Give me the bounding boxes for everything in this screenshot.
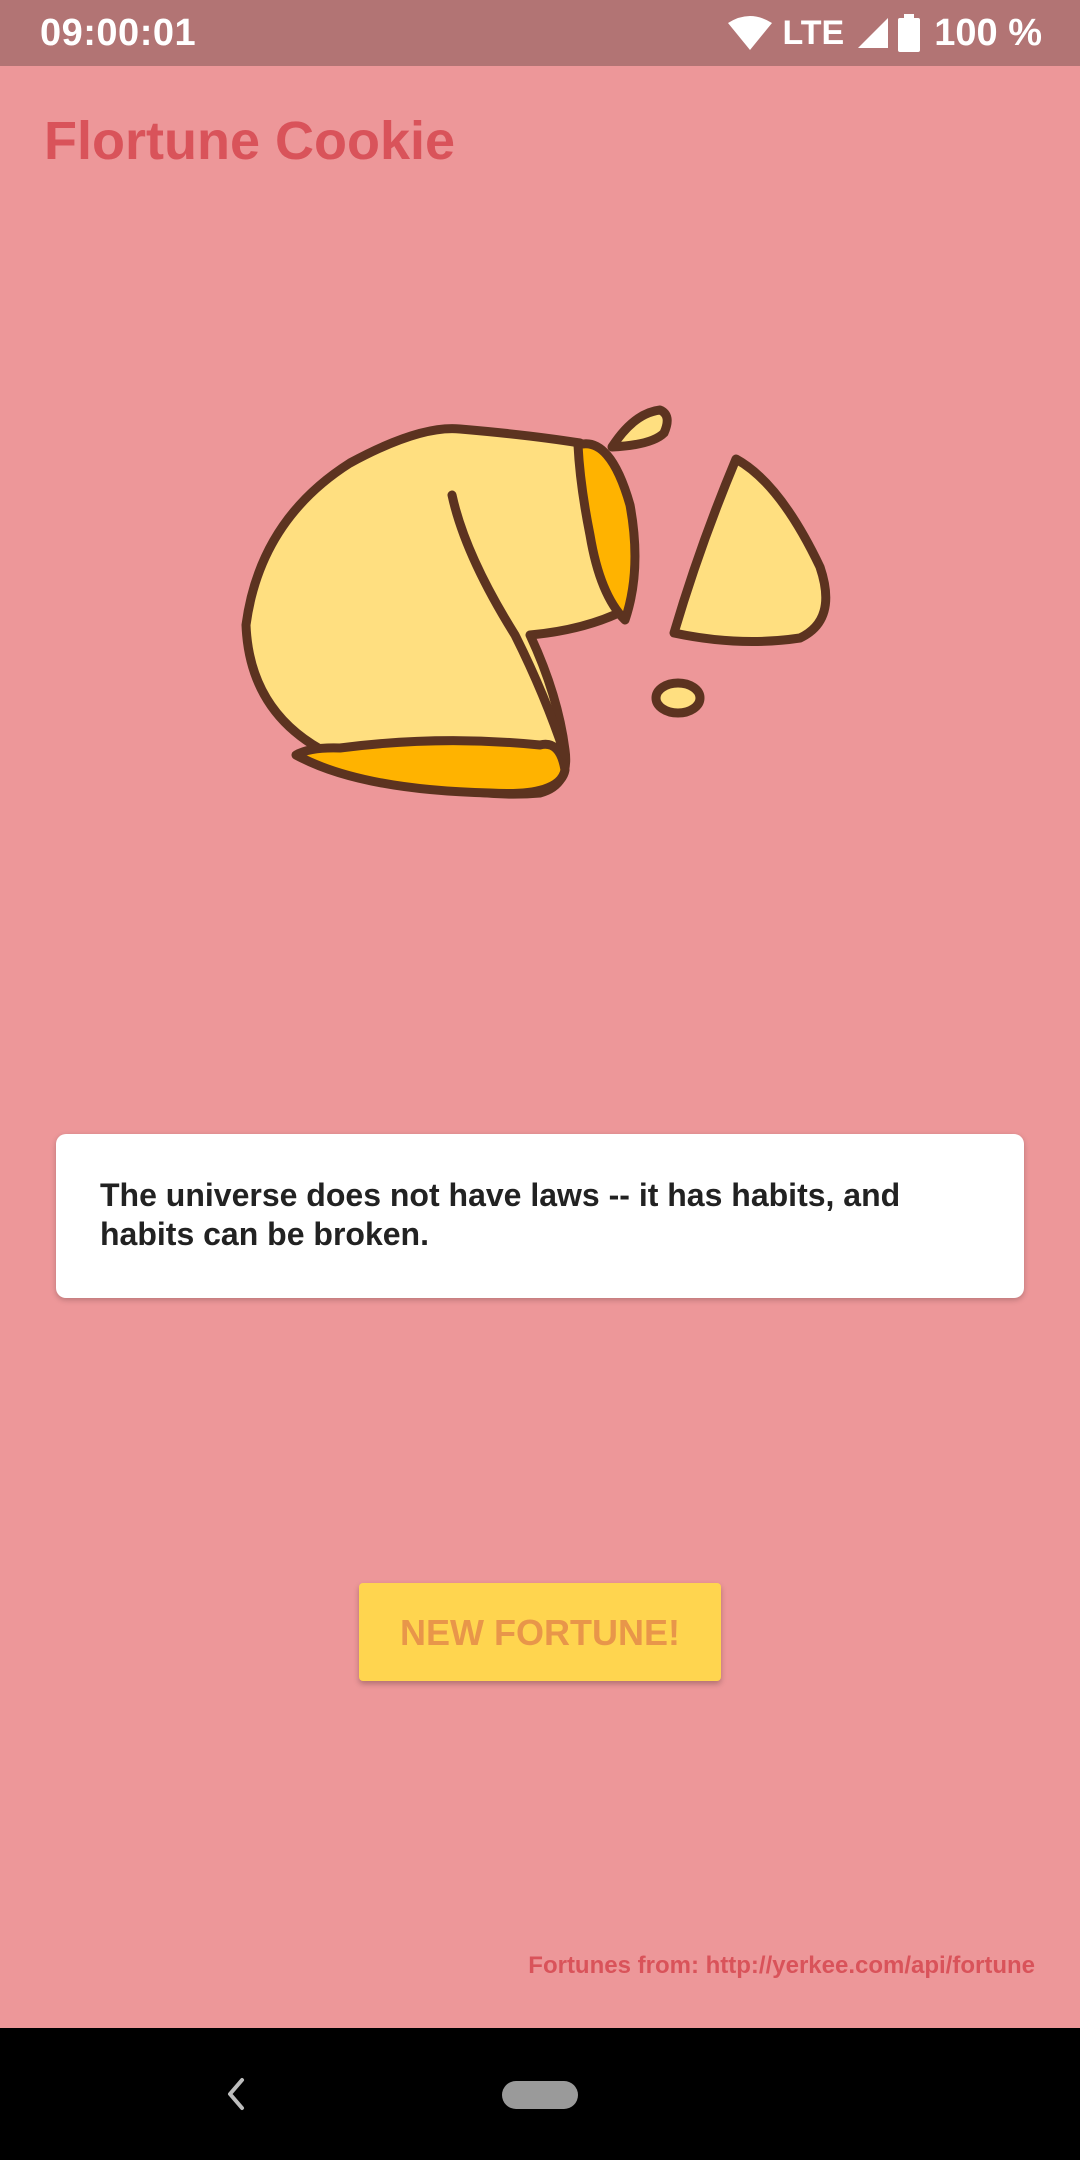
status-icons: LTE 100 %	[727, 8, 1042, 58]
cookie-inner-icon	[291, 736, 570, 798]
fortune-text: The universe does not have laws -- it ha…	[100, 1177, 901, 1252]
wifi-icon	[727, 16, 772, 50]
home-pill-icon[interactable]	[502, 2081, 578, 2109]
new-fortune-button[interactable]: NEW FORTUNE!	[359, 1583, 721, 1681]
status-time: 09:00:01	[40, 12, 197, 54]
app-title: Flortune Cookie	[44, 111, 456, 171]
fortune-cookie-screen: 09:00:01 LTE 100 % Flortune Cookie The u…	[0, 0, 1080, 2160]
crumb-icon	[607, 405, 672, 452]
fortune-card: The universe does not have laws -- it ha…	[56, 1134, 1024, 1298]
network-type: LTE	[782, 13, 845, 52]
navigation-bar	[0, 2028, 1080, 2160]
cookie-piece-icon	[669, 454, 831, 647]
back-icon[interactable]	[218, 2072, 254, 2116]
status-bar: 09:00:01 LTE 100 %	[0, 0, 1080, 66]
battery-icon	[898, 14, 921, 52]
battery-level: 100 %	[934, 11, 1042, 54]
crumb-icon	[651, 678, 705, 718]
fortune-cookie-icon	[241, 405, 831, 799]
fortune-source-credit: Fortunes from: http://yerkee.com/api/for…	[528, 1952, 1035, 1979]
cell-signal-icon	[858, 18, 889, 48]
